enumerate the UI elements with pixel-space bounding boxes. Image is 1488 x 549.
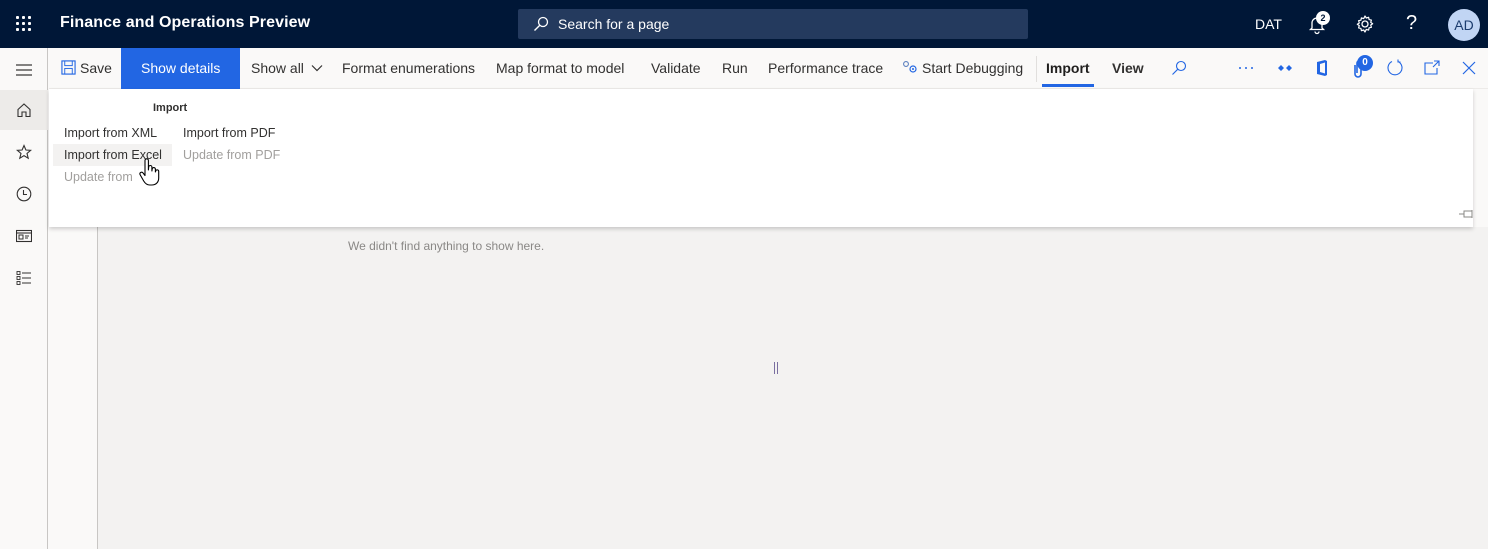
update-from-pdf-button: Update from PDF — [183, 148, 281, 162]
left-navigation — [0, 48, 48, 549]
power-apps-icon[interactable] — [1277, 62, 1293, 74]
empty-state-message: We didn't find anything to show here. — [348, 239, 545, 253]
pin-icon[interactable] — [1459, 209, 1475, 219]
waffle-icon[interactable] — [14, 14, 34, 34]
close-icon[interactable] — [1462, 61, 1476, 75]
list-icon — [16, 271, 31, 285]
import-from-excel-button[interactable]: Import from Excel — [53, 144, 172, 166]
nav-home[interactable] — [0, 90, 48, 130]
show-all-dropdown[interactable]: Show all — [251, 48, 323, 89]
save-button[interactable]: Save — [61, 48, 112, 89]
menu-icon — [16, 64, 32, 76]
attachments-count-badge: 0 — [1357, 55, 1373, 71]
search-icon — [534, 16, 549, 31]
tab-import[interactable]: Import — [1042, 48, 1094, 89]
import-ribbon-panel: Import Import from XML Import from Excel… — [49, 89, 1473, 227]
start-debugging-label: Start Debugging — [922, 60, 1024, 76]
top-navigation-bar: Finance and Operations Preview Search fo… — [0, 0, 1488, 48]
start-debugging-button[interactable]: Start Debugging — [901, 48, 1023, 89]
nav-favorites[interactable] — [0, 132, 48, 172]
home-icon — [17, 103, 31, 118]
ribbon-group-title: Import — [153, 102, 188, 114]
star-icon — [16, 144, 32, 160]
user-avatar[interactable]: AD — [1448, 9, 1480, 41]
hamburger-menu-button[interactable] — [0, 50, 48, 90]
workspace-icon — [16, 229, 32, 243]
chevron-down-icon — [311, 65, 323, 72]
tab-view[interactable]: View — [1112, 48, 1144, 89]
clock-icon — [16, 186, 32, 202]
company-picker[interactable]: DAT — [1255, 16, 1282, 32]
help-icon[interactable]: ? — [1406, 12, 1417, 35]
import-from-pdf-button[interactable]: Import from PDF — [172, 122, 286, 144]
search-placeholder: Search for a page — [558, 16, 670, 32]
import-from-xml-button[interactable]: Import from XML — [53, 122, 168, 144]
main-content: We didn't find anything to show here. — [49, 227, 1488, 549]
update-from-excel-button: Update from — [64, 170, 133, 184]
save-label: Save — [80, 60, 112, 76]
save-icon — [61, 60, 76, 75]
empty-grid-area: We didn't find anything to show here. — [98, 227, 1488, 549]
more-options-icon[interactable] — [1238, 66, 1254, 70]
toolbar-divider — [1036, 56, 1037, 82]
map-format-to-model-button[interactable]: Map format to model — [496, 48, 624, 89]
nav-workspaces[interactable] — [0, 216, 48, 256]
office-icon[interactable] — [1315, 59, 1329, 77]
search-icon[interactable] — [1171, 60, 1187, 76]
action-pane: Save Show details Show all Format enumer… — [49, 48, 1488, 89]
refresh-icon[interactable] — [1386, 59, 1404, 77]
open-in-new-window-icon[interactable] — [1424, 60, 1440, 75]
notification-badge: 2 — [1316, 11, 1330, 25]
gear-icon[interactable] — [1353, 12, 1377, 36]
nav-recent[interactable] — [0, 174, 48, 214]
format-enumerations-button[interactable]: Format enumerations — [342, 48, 475, 89]
run-button[interactable]: Run — [722, 48, 748, 89]
search-input[interactable]: Search for a page — [518, 9, 1028, 39]
performance-trace-button[interactable]: Performance trace — [768, 48, 883, 89]
show-all-label: Show all — [251, 60, 304, 76]
app-title: Finance and Operations Preview — [60, 14, 311, 31]
validate-button[interactable]: Validate — [651, 48, 701, 89]
pane-splitter-handle[interactable] — [774, 362, 779, 374]
nav-modules[interactable] — [0, 258, 48, 298]
gears-icon — [903, 61, 917, 73]
show-details-button[interactable]: Show details — [121, 48, 241, 89]
